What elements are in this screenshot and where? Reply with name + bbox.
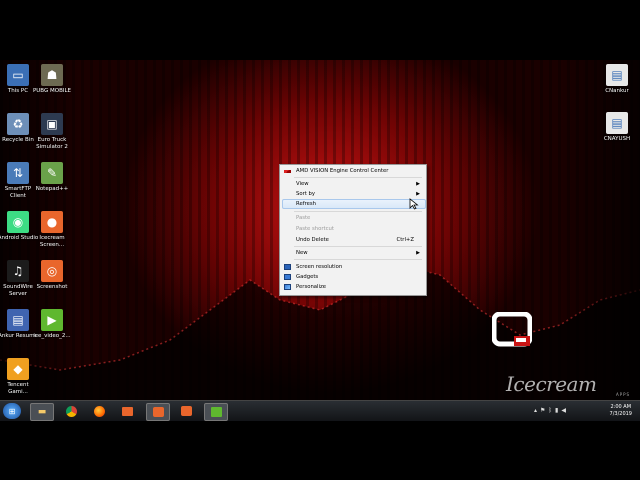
menu-item-label: Refresh — [296, 201, 317, 207]
desktop-icon-1[interactable]: ☗ PUBG MOBILE — [31, 64, 73, 95]
menu-item-sort-by[interactable]: Sort by ▶ — [282, 189, 424, 199]
mouse-cursor-icon — [409, 198, 419, 210]
menu-separator — [294, 246, 422, 247]
volume-icon: ◀ — [561, 407, 569, 414]
document-icon: ▤ — [7, 309, 29, 331]
desktop-icon-label: ice_video_2... — [33, 333, 71, 339]
desktop-icon-label: Icecream Screen... — [39, 235, 65, 248]
menu-item-label: Screen resolution — [296, 264, 343, 270]
menu-item-shortcut: Ctrl+Z — [396, 237, 415, 243]
computer-icon: ▭ — [7, 64, 29, 86]
menu-item-personalize[interactable]: Personalize — [282, 282, 424, 292]
desktop-icon-9[interactable]: ◎ Screenshot — [31, 260, 73, 291]
menu-item-label: Paste shortcut — [296, 226, 334, 232]
menu-separator — [294, 211, 422, 212]
desktop-icon-label: Tencent Gami... — [7, 382, 29, 395]
ftp-icon: ⇅ — [7, 162, 29, 184]
desktop-icon-label: PUBG MOBILE — [32, 88, 72, 94]
screenshot-icon — [180, 406, 192, 416]
desktop-icon-12[interactable]: ◆ Tencent Gami... — [0, 358, 39, 395]
taskbar-icecream-button[interactable] — [146, 403, 170, 421]
desktop-icon-label: CNAYUSH — [603, 136, 631, 142]
screenshot-icon: ◎ — [41, 260, 63, 282]
clock-date: 7/3/2019 — [609, 411, 632, 417]
menu-item-label: New — [296, 250, 308, 256]
taskbar-chrome-button[interactable] — [62, 403, 80, 419]
menu-item-refresh[interactable]: Refresh — [282, 199, 426, 209]
menu-separator — [294, 259, 422, 260]
system-tray[interactable]: ▴⚑ᛒ▮◀ — [534, 407, 569, 414]
taskbar-explorer-button[interactable]: ▬ — [30, 403, 54, 421]
menu-item-amd-vision[interactable]: AMD VISION Engine Control Center — [282, 166, 424, 176]
desktop-icon-5[interactable]: ✎ Notepad++ — [31, 162, 73, 193]
menu-item-label: Paste — [296, 215, 311, 221]
personalize-icon — [284, 284, 291, 290]
soundwire-icon: ♫ — [7, 260, 29, 282]
submenu-arrow-icon: ▶ — [416, 181, 420, 187]
taskbar-icecream-screenshot-button[interactable] — [177, 403, 195, 419]
firefox-icon — [93, 405, 105, 417]
submenu-arrow-icon: ▶ — [416, 250, 420, 256]
desktop-icon-cnayush[interactable]: ▤ CNAYUSH — [596, 112, 638, 143]
monitor-icon — [284, 264, 291, 270]
file-icon: ▤ — [606, 112, 628, 134]
menu-item-new[interactable]: New ▶ — [282, 248, 424, 258]
menu-item-gadgets[interactable]: Gadgets — [282, 272, 424, 282]
image-viewer-icon — [210, 407, 222, 417]
android-icon: ◉ — [7, 211, 29, 233]
start-button[interactable]: ⊞ — [3, 403, 21, 419]
menu-separator — [294, 177, 422, 178]
desktop-icon-label: Screenshot — [36, 284, 68, 290]
truck-icon: ▣ — [41, 113, 63, 135]
pubg-icon: ☗ — [41, 64, 63, 86]
menu-item-label: Undo Delete — [296, 237, 329, 243]
desktop-icon-label: Euro Truck Simulator 2 — [36, 137, 68, 150]
icecream-icon: ● — [41, 211, 63, 233]
notepad-icon: ✎ — [41, 162, 63, 184]
recycle-bin-icon: ♻ — [7, 113, 29, 135]
desktop-icon-cnankur[interactable]: ▤ CNankur — [596, 64, 638, 95]
context-menu: AMD VISION Engine Control Center View ▶ … — [279, 164, 427, 296]
menu-item-undo-delete[interactable]: Undo Delete Ctrl+Z — [282, 235, 424, 245]
video-play-icon: ▶ — [41, 309, 63, 331]
desktop-icon-label: CNankur — [605, 88, 629, 94]
taskbar: ⊞ ▬ ▴⚑ᛒ▮◀ 2:00 AM 7/3/2019 — [0, 400, 640, 421]
menu-item-label: AMD VISION Engine Control Center — [296, 168, 389, 174]
watermark-sub: APPS — [616, 392, 631, 397]
menu-item-paste: Paste — [282, 213, 424, 223]
menu-item-paste-shortcut: Paste shortcut — [282, 224, 424, 234]
media-player-icon — [121, 406, 133, 416]
desktop-icon-3[interactable]: ▣ Euro Truck Simulator 2 — [31, 113, 73, 150]
amd-icon — [284, 170, 291, 173]
taskbar-image-viewer-button[interactable] — [204, 403, 228, 421]
tencent-icon: ◆ — [7, 358, 29, 380]
menu-item-label: Sort by — [296, 191, 316, 197]
desktop-icon-11[interactable]: ▶ ice_video_2... — [31, 309, 73, 340]
windows-logo-icon: ⊞ — [8, 406, 16, 416]
menu-item-label: Personalize — [296, 284, 327, 290]
desktop-icon-label: Notepad++ — [35, 186, 69, 192]
taskbar-media-player-button[interactable] — [118, 403, 136, 419]
clock-time: 2:00 AM — [610, 404, 632, 410]
folder-icon: ▬ — [37, 407, 47, 417]
file-icon: ▤ — [606, 64, 628, 86]
menu-item-view[interactable]: View ▶ — [282, 179, 424, 189]
watermark-brand: Icecream — [506, 372, 597, 396]
menu-item-label: View — [296, 181, 309, 187]
icecream-icon — [152, 407, 164, 417]
gadgets-icon — [284, 274, 291, 280]
desktop-icon-7[interactable]: ● Icecream Screen... — [31, 211, 73, 248]
menu-item-screen-resolution[interactable]: Screen resolution — [282, 262, 424, 272]
taskbar-firefox-button[interactable] — [90, 403, 108, 419]
system-clock[interactable]: 2:00 AM 7/3/2019 — [610, 404, 632, 418]
compaq-logo-icon — [492, 312, 532, 347]
menu-item-label: Gadgets — [296, 274, 319, 280]
chrome-icon — [65, 405, 77, 417]
